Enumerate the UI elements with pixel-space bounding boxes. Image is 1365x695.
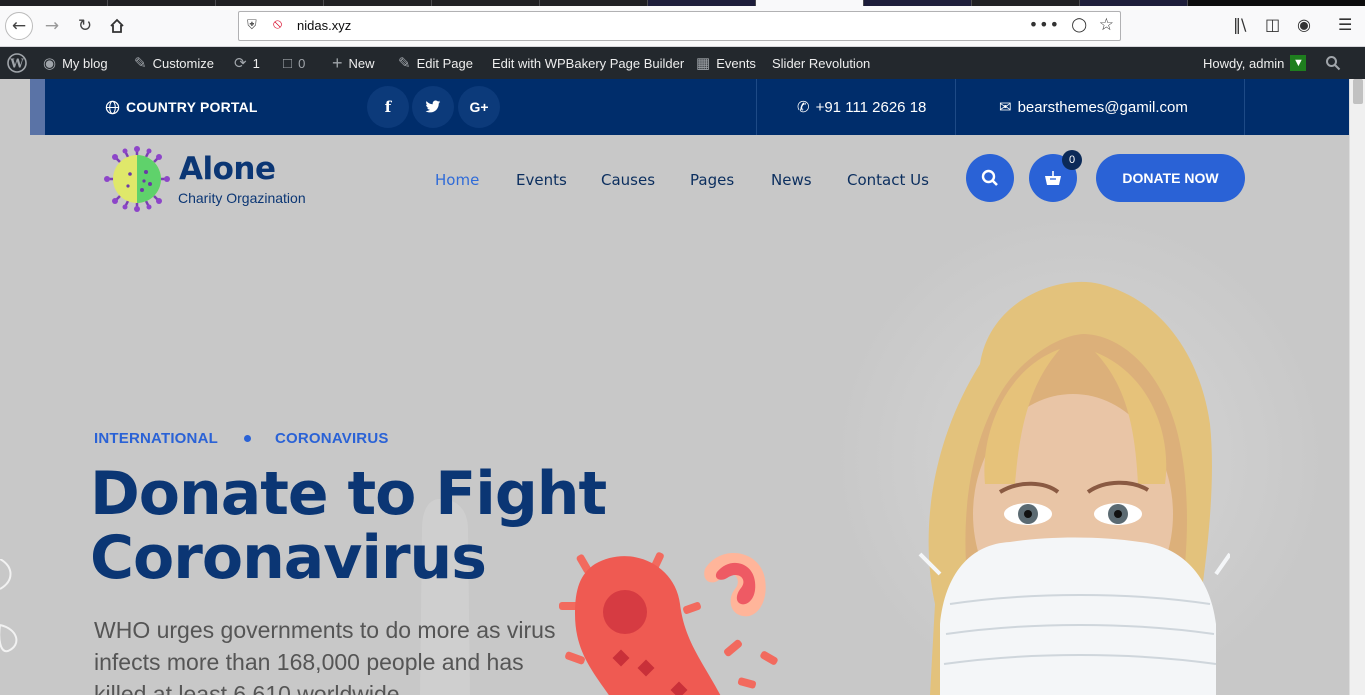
pencil-icon: ✎ (398, 55, 411, 72)
hero-headline-line-1: Donate to Fight (90, 459, 607, 529)
search-icon (981, 169, 998, 186)
site-topbar: COUNTRY PORTAL f G+ ✆ +91 111 2626 18 ✉ … (45, 79, 1349, 135)
brush-icon: ✎ (134, 55, 147, 72)
logo-tagline: Charity Orgazination (178, 190, 306, 206)
comments-count: 0 (298, 55, 306, 71)
phone-contact[interactable]: ✆ +91 111 2626 18 (797, 79, 926, 135)
url-bar[interactable]: ⛨ ⦸ nidas.xyz ••• ◯ ☆ (238, 11, 1121, 41)
pocket-icon[interactable]: ◯ (1071, 17, 1087, 33)
scrollbar-thumb[interactable] (1353, 79, 1363, 104)
events-label: Events (716, 55, 756, 71)
account-menu[interactable]: Howdy, admin ▼ (1203, 47, 1307, 79)
customize-label: Customize (152, 55, 214, 71)
globe-icon (105, 100, 120, 114)
decorative-leaf-shape (0, 559, 18, 653)
country-portal-label: COUNTRY PORTAL (126, 99, 258, 115)
logo-name[interactable]: Alone (179, 151, 276, 187)
facebook-icon[interactable]: f (367, 86, 409, 128)
hero-tags: INTERNATIONAL CORONAVIRUS (94, 430, 389, 447)
topbar-edge (30, 79, 45, 135)
admin-search-icon[interactable] (1325, 47, 1341, 79)
updates-icon: ⟳ (234, 55, 247, 72)
cart-count-badge: 0 (1062, 150, 1082, 170)
new-content-link[interactable]: + New (332, 47, 375, 79)
new-label: New (348, 55, 375, 71)
browser-toolbar: ← → ↻ ⛨ ⦸ nidas.xyz ••• ◯ ☆ ‖\ ◫ ◉ ☰ (0, 6, 1365, 47)
svg-text:W: W (9, 57, 24, 71)
insecure-lock-icon[interactable]: ⦸ (273, 16, 282, 32)
calendar-icon: ▦ (696, 55, 711, 72)
dashboard-icon: ◉ (43, 55, 57, 72)
library-icon[interactable]: ‖\ (1233, 15, 1246, 34)
wpbakery-label: Edit with WPBakery Page Builder (492, 55, 685, 71)
woman-mask-photo (918, 281, 1230, 695)
edit-page-link[interactable]: ✎ Edit Page (398, 47, 473, 79)
nav-events[interactable]: Events (516, 171, 567, 189)
account-icon[interactable]: ◉ (1297, 15, 1311, 34)
site-header: Alone Charity Orgazination Home Events C… (0, 135, 1349, 235)
email-contact[interactable]: ✉ bearsthemes@gamil.com (999, 79, 1188, 135)
hero-headline-line-2: Coronavirus (90, 523, 487, 593)
my-blog-link[interactable]: ◉ My blog (43, 47, 108, 79)
tag-international[interactable]: INTERNATIONAL (94, 430, 218, 447)
donate-now-button[interactable]: DONATE NOW (1096, 154, 1245, 202)
basket-icon (1045, 171, 1061, 185)
back-arrow-icon[interactable]: ← (5, 12, 33, 40)
virus-logo-icon[interactable] (102, 144, 172, 214)
nav-pages[interactable]: Pages (690, 171, 734, 189)
hero-subtext: WHO urges governments to do more as viru… (94, 617, 556, 695)
events-link[interactable]: ▦ Events (696, 47, 756, 79)
updates-count: 1 (252, 55, 260, 71)
plus-icon: + (332, 52, 343, 73)
phone-number: +91 111 2626 18 (815, 98, 927, 116)
phone-icon: ✆ (797, 99, 810, 116)
howdy-label: Howdy, admin (1203, 55, 1285, 71)
slider-revolution-link[interactable]: Slider Revolution (772, 47, 870, 79)
nav-home[interactable]: Home (435, 171, 479, 189)
tag-separator-dot (243, 435, 251, 442)
hamburger-menu-icon[interactable]: ☰ (1338, 15, 1352, 34)
page-scrollbar[interactable] (1349, 79, 1365, 695)
nav-contact-us[interactable]: Contact Us (847, 171, 929, 189)
customize-link[interactable]: ✎ Customize (134, 47, 214, 79)
site-viewport: COUNTRY PORTAL f G+ ✆ +91 111 2626 18 ✉ … (0, 79, 1349, 695)
wordpress-logo-icon[interactable]: W (7, 47, 27, 79)
avatar: ▼ (1290, 55, 1307, 71)
nav-news[interactable]: News (771, 171, 812, 189)
comment-icon: □ (283, 54, 293, 72)
email-address: bearsthemes@gamil.com (1017, 98, 1188, 116)
search-button[interactable] (966, 154, 1014, 202)
twitter-icon[interactable] (412, 86, 454, 128)
google-plus-icon[interactable]: G+ (458, 86, 500, 128)
bookmark-star-icon[interactable]: ☆ (1099, 15, 1114, 35)
topbar-divider (756, 79, 757, 135)
home-icon[interactable] (103, 12, 131, 40)
nav-causes[interactable]: Causes (601, 171, 655, 189)
comments-link[interactable]: □ 0 (283, 47, 305, 79)
topbar-divider (1244, 79, 1245, 135)
edit-page-label: Edit Page (416, 55, 473, 71)
updates-link[interactable]: ⟳ 1 (234, 47, 260, 79)
my-blog-label: My blog (62, 55, 108, 71)
hero-headline: Donate to Fight Coronavirus (90, 462, 710, 590)
reload-icon[interactable]: ↻ (71, 12, 99, 40)
forward-arrow-icon[interactable]: → (38, 12, 66, 40)
shield-icon[interactable]: ⛨ (247, 18, 257, 33)
topbar-divider (955, 79, 956, 135)
url-text[interactable]: nidas.xyz (297, 18, 351, 33)
sidebar-icon[interactable]: ◫ (1265, 15, 1280, 34)
wpbakery-link[interactable]: Edit with WPBakery Page Builder (492, 47, 684, 79)
slider-label: Slider Revolution (772, 55, 871, 71)
country-portal-link[interactable]: COUNTRY PORTAL (105, 79, 258, 135)
page-actions-icon[interactable]: ••• (1029, 15, 1060, 34)
wp-admin-bar: W ◉ My blog ✎ Customize ⟳ 1 □ 0 + New ✎ … (0, 47, 1365, 79)
tag-coronavirus[interactable]: CORONAVIRUS (275, 430, 389, 447)
envelope-icon: ✉ (999, 99, 1012, 116)
